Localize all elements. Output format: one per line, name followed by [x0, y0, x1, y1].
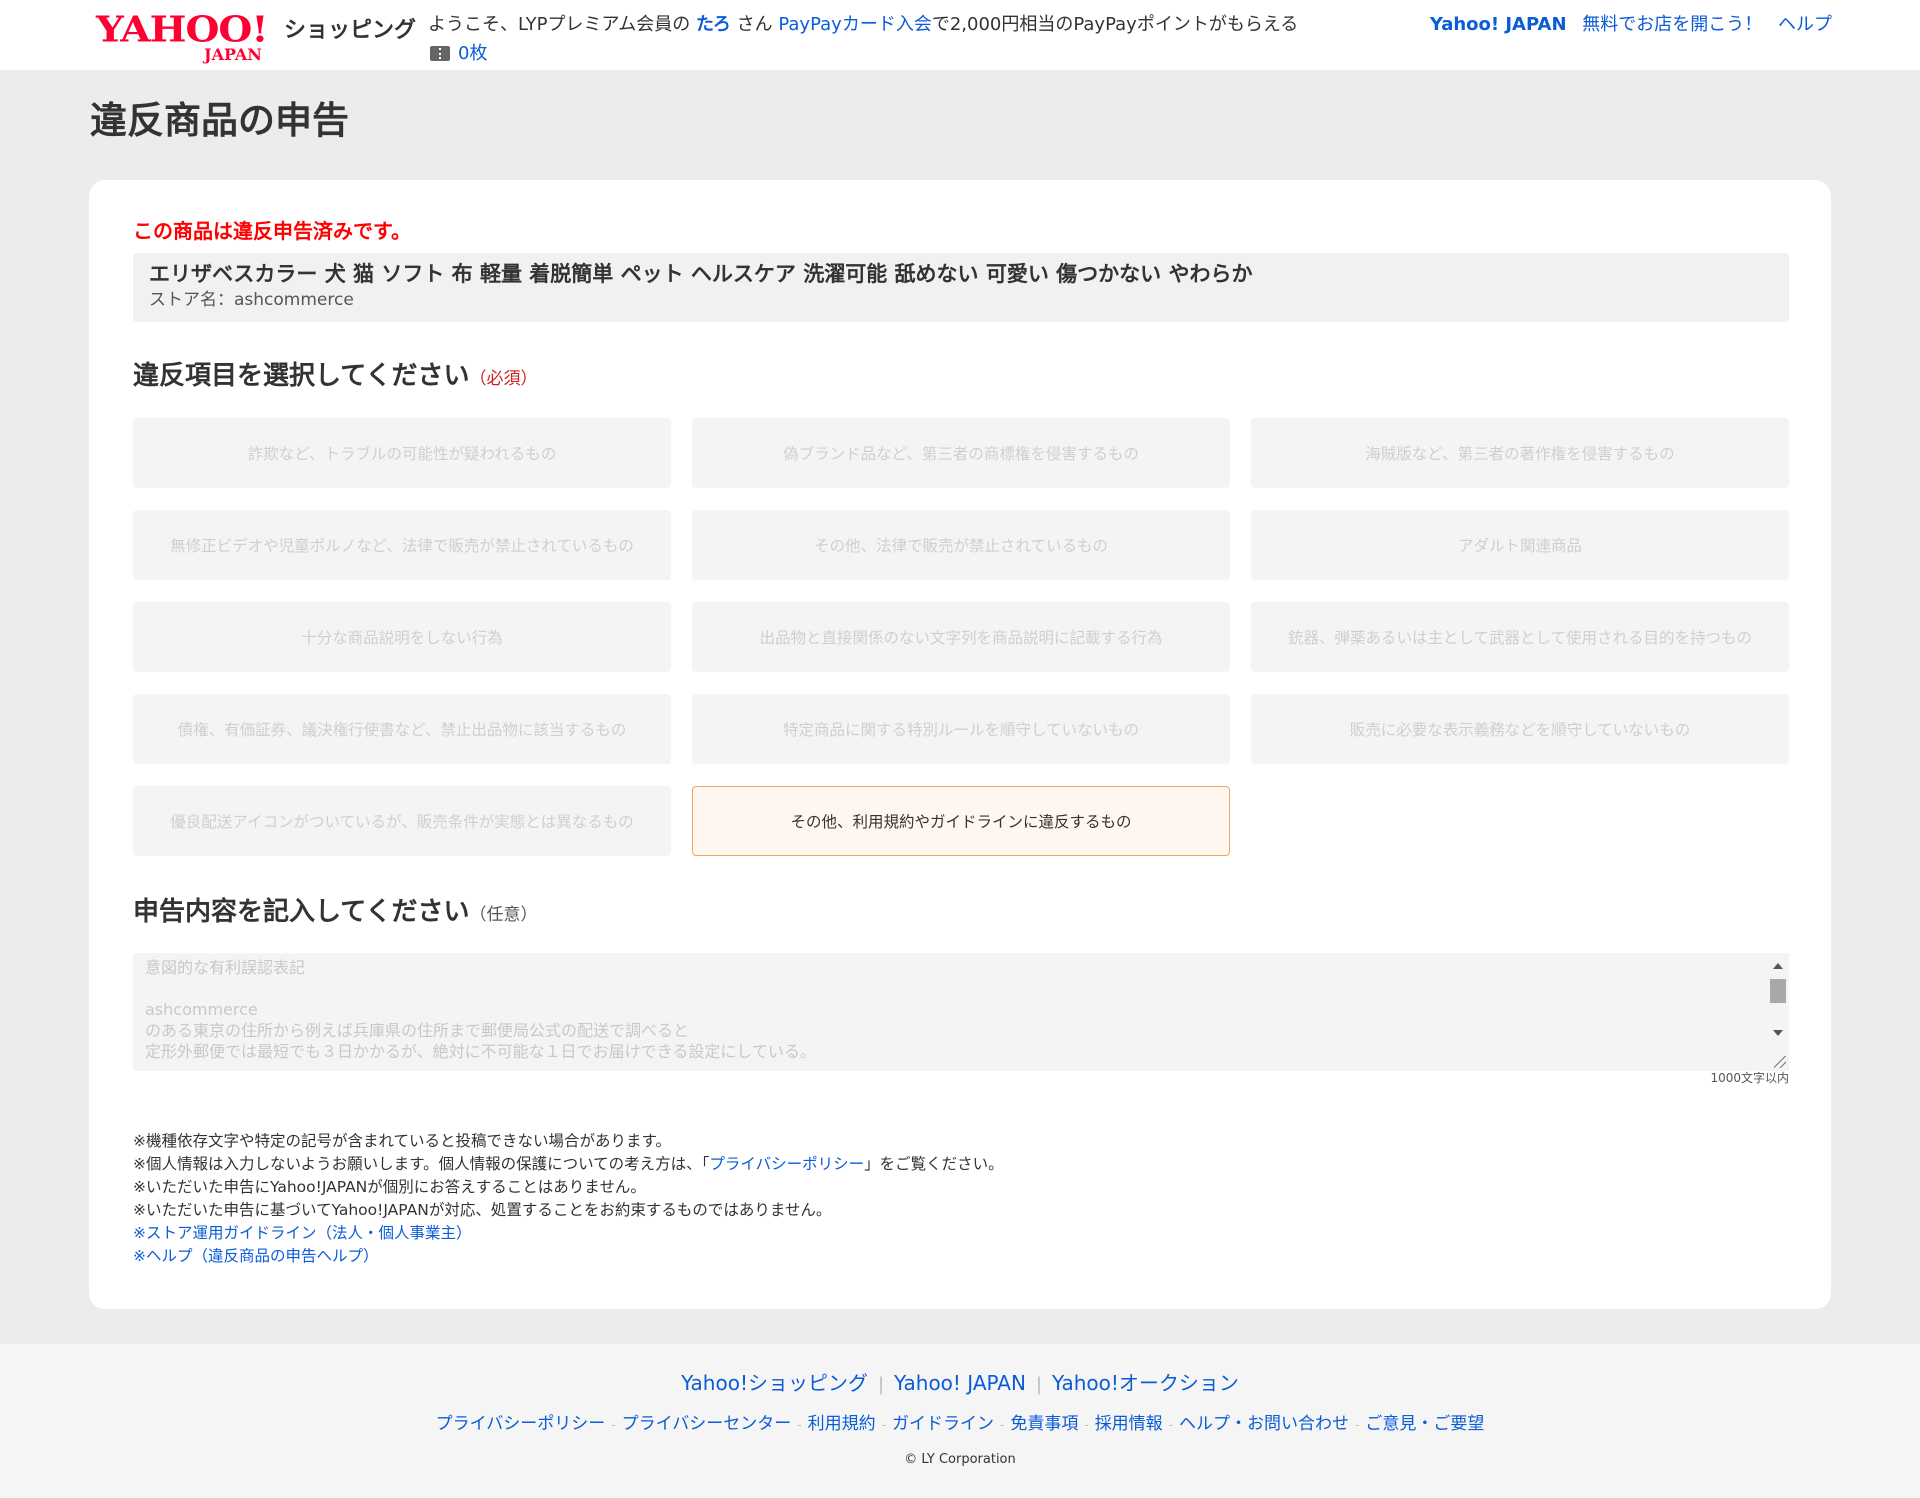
violation-option[interactable]: 優良配送アイコンがついているが、販売条件が実態とは異なるもの [133, 786, 671, 856]
violation-option[interactable]: 詐欺など、トラブルの可能性が疑われるもの [133, 418, 671, 488]
violation-option[interactable]: 無修正ビデオや児童ポルノなど、法律で販売が禁止されているもの [133, 510, 671, 580]
footer-separator: - [1084, 1418, 1089, 1432]
footer-sub-link[interactable]: プライバシーセンター [622, 1414, 792, 1434]
welcome-prefix: ようこそ、LYPプレミアム会員の [428, 14, 691, 35]
violation-option[interactable]: その他、利用規約やガイドラインに違反するもの [692, 786, 1230, 856]
footer: Yahoo!ショッピング | Yahoo! JAPAN | Yahoo!オークション プ… [0, 1344, 1920, 1498]
violation-options: 詐欺など、トラブルの可能性が疑われるもの 偽ブランド品など、第三者の商標権を侵害す… [133, 418, 1789, 856]
footer-separator: - [611, 1418, 616, 1432]
footer-sub-link[interactable]: 採用情報 [1095, 1414, 1163, 1434]
scroll-up-icon[interactable] [1773, 963, 1783, 969]
store-name: ストア名：ashcommerce [149, 290, 354, 310]
violation-option[interactable]: その他、法律で販売が禁止されているもの [692, 510, 1230, 580]
footer-separator: - [797, 1418, 802, 1432]
report-form-card: この商品は違反申告済みです。 エリザベスカラー 犬 猫 ソフト 布 軽量 着脱簡… [89, 180, 1831, 1309]
footer-sub-link[interactable]: 利用規約 [808, 1414, 876, 1434]
violation-option[interactable]: 出品物と直接関係のない文字列を商品説明に記載する行為 [692, 602, 1230, 672]
footer-sub-link[interactable]: ガイドライン [892, 1414, 994, 1434]
note-2-suffix: 」をご覧ください。 [864, 1155, 1004, 1173]
report-content-textarea[interactable]: 意図的な有利誤認表記 ashcommerce のある東京の住所から例えば兵庫県の… [133, 953, 1789, 1071]
textarea-scrollbar[interactable] [1767, 953, 1789, 1071]
footer-separator: - [1168, 1418, 1174, 1432]
char-limit: 1000文字以内 [1710, 1071, 1789, 1085]
footer-sub-link[interactable]: 免責事項 [1010, 1414, 1078, 1434]
violation-option[interactable]: 販売に必要な表示義務などを順守していないもの [1251, 694, 1789, 764]
welcome-message: ようこそ、LYPプレミアム会員の たろ さん PayPayカード入会で2,000… [428, 12, 1298, 38]
yahoo-japan-logo[interactable]: YAHOO! JAPAN [96, 8, 278, 64]
welcome-san: さん [736, 14, 773, 35]
paypay-card-link[interactable]: PayPayカード入会 [778, 14, 931, 35]
scroll-down-icon[interactable] [1773, 1030, 1783, 1036]
page-title: 違反商品の申告 [90, 99, 349, 142]
note-2-prefix: ※個人情報は入力しないようお願いします。個人情報の保護についての考え方は、「 [133, 1155, 710, 1173]
product-info: エリザベスカラー 犬 猫 ソフト 布 軽量 着脱簡単 ペット ヘルスケア 洗濯可… [133, 253, 1789, 322]
resize-grip-icon[interactable] [1774, 1056, 1786, 1068]
note-2: ※個人情報は入力しないようお願いします。個人情報の保護についての考え方は、「プラ… [133, 1153, 1004, 1176]
footer-separator: - [881, 1418, 886, 1432]
user-name-link[interactable]: たろ [696, 14, 731, 35]
violation-title-text: 違反項目を選択してください [133, 361, 470, 391]
scroll-thumb[interactable] [1770, 979, 1786, 1003]
required-badge: （必須） [469, 369, 538, 389]
textarea-value: 意図的な有利誤認表記 ashcommerce のある東京の住所から例えば兵庫県の… [145, 958, 816, 1061]
violation-option[interactable]: 偽ブランド品など、第三者の商標権を侵害するもの [692, 418, 1230, 488]
note-4: ※いただいた申告に基づいてYahoo!JAPANが対応、処置することをお約束する… [133, 1201, 832, 1219]
notes: ※機種依存文字や特定の記号が含まれていると投稿できない場合があります。 ※個人情… [133, 1130, 1004, 1268]
store-guideline-link[interactable]: ※ストア運用ガイドライン（法人・個人事業主） [133, 1224, 472, 1242]
privacy-policy-link[interactable]: プライバシーポリシー [709, 1155, 864, 1173]
already-reported-notice: この商品は違反申告済みです。 [133, 219, 411, 243]
help-link[interactable]: ヘルプ [1778, 14, 1832, 35]
footer-main-link[interactable]: Yahoo! JAPAN [894, 1371, 1026, 1395]
violation-option[interactable]: 海賊版など、第三者の著作権を侵害するもの [1251, 418, 1789, 488]
shopping-brand[interactable]: ショッピング [284, 16, 416, 46]
coupon-link[interactable]: 0枚 [430, 42, 487, 66]
content-title-text: 申告内容を記入してください [133, 897, 470, 927]
logo-subtext: JAPAN [204, 45, 262, 64]
footer-main-link[interactable]: Yahoo!オークション [1052, 1371, 1239, 1395]
footer-sub-link[interactable]: プライバシーポリシー [436, 1414, 606, 1434]
violation-section-title: 違反項目を選択してください（必須） [133, 358, 537, 397]
card-promo-text: で2,000円相当のPayPayポイントがもらえる [931, 14, 1299, 35]
product-name: エリザベスカラー 犬 猫 ソフト 布 軽量 着脱簡単 ペット ヘルスケア 洗濯可… [149, 262, 1253, 286]
report-help-link[interactable]: ※ヘルプ（違反商品の申告ヘルプ） [133, 1247, 379, 1265]
footer-separator: - [1355, 1418, 1360, 1432]
copyright: © LY Corporation [904, 1452, 1016, 1467]
coupon-count: 0枚 [458, 43, 488, 64]
content-section-title: 申告内容を記入してください（任意） [133, 894, 537, 933]
coupon-icon [430, 46, 450, 61]
violation-option[interactable]: 銃器、弾薬あるいは主として武器として使用される目的を持つもの [1251, 602, 1789, 672]
footer-sub-links: プライバシーポリシー - プライバシーセンター - 利用規約 - ガイドライン - 免責事項 - 採… [0, 1412, 1920, 1437]
footer-separator: | [877, 1374, 885, 1395]
violation-option[interactable]: 十分な商品説明をしない行為 [133, 602, 671, 672]
logo-wordmark: YAHOO! [96, 8, 269, 51]
yahoo-japan-link[interactable]: Yahoo! JAPAN [1430, 14, 1567, 35]
violation-option[interactable]: 特定商品に関する特別ルールを順守していないもの [692, 694, 1230, 764]
note-1: ※機種依存文字や特定の記号が含まれていると投稿できない場合があります。 [133, 1132, 671, 1150]
violation-option[interactable]: アダルト関連商品 [1251, 510, 1789, 580]
optional-badge: （任意） [469, 905, 538, 925]
footer-separator: - [1000, 1418, 1005, 1432]
header-links: Yahoo! JAPAN 無料でお店を開こう！ ヘルプ [1420, 12, 1832, 38]
open-store-link[interactable]: 無料でお店を開こう！ [1582, 14, 1762, 35]
footer-main-link[interactable]: Yahoo!ショッピング [681, 1371, 868, 1395]
footer-main-links: Yahoo!ショッピング | Yahoo! JAPAN | Yahoo!オークション [0, 1368, 1920, 1400]
footer-separator: | [1035, 1374, 1043, 1395]
footer-sub-link[interactable]: ご意見・ご要望 [1365, 1414, 1484, 1434]
footer-sub-link[interactable]: ヘルプ・お問い合わせ [1179, 1414, 1349, 1434]
violation-option[interactable]: 債権、有価証券、議決権行使書など、禁止出品物に該当するもの [133, 694, 671, 764]
note-3: ※いただいた申告にYahoo!JAPANが個別にお答えすることはありません。 [133, 1178, 646, 1196]
global-header: YAHOO! JAPAN ショッピング ようこそ、LYPプレミアム会員の たろ … [0, 0, 1920, 70]
